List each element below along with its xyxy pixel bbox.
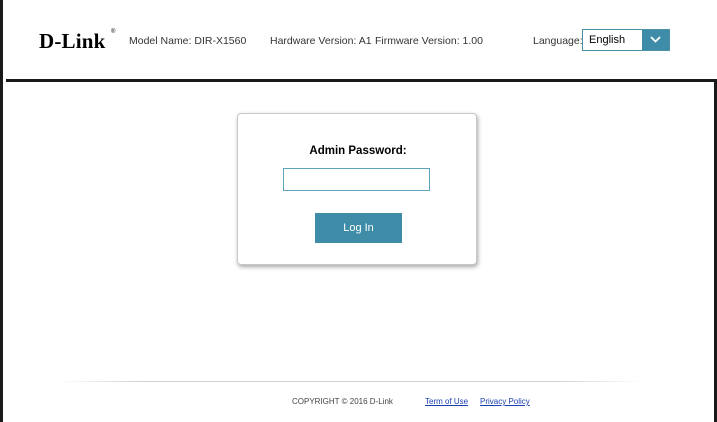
copyright-text: COPYRIGHT © 2016 D-Link bbox=[292, 397, 393, 406]
login-panel: Admin Password: Log In bbox=[237, 113, 477, 265]
language-label: Language: bbox=[533, 35, 583, 47]
login-button[interactable]: Log In bbox=[315, 213, 402, 243]
terms-of-use-link[interactable]: Term of Use bbox=[425, 397, 468, 406]
footer-divider bbox=[58, 381, 643, 382]
browser-frame: D-Link ® Model Name: DIR-X1560 Hardware … bbox=[0, 0, 717, 422]
language-dropdown-button[interactable] bbox=[642, 30, 669, 50]
firmware-version: Firmware Version: 1.00 bbox=[375, 35, 483, 47]
language-selected-value: English bbox=[589, 34, 626, 46]
language-select[interactable]: English bbox=[582, 29, 670, 51]
dlink-logo: D-Link bbox=[39, 29, 106, 53]
hardware-version: Hardware Version: A1 bbox=[270, 35, 372, 47]
header-bar: D-Link ® Model Name: DIR-X1560 Hardware … bbox=[6, 0, 717, 82]
admin-password-label: Admin Password: bbox=[309, 145, 407, 157]
privacy-policy-link[interactable]: Privacy Policy bbox=[480, 397, 530, 406]
registered-mark: ® bbox=[111, 29, 116, 35]
model-name: Model Name: DIR-X1560 bbox=[129, 35, 247, 47]
chevron-down-icon bbox=[650, 36, 661, 43]
admin-password-input[interactable] bbox=[283, 168, 430, 191]
